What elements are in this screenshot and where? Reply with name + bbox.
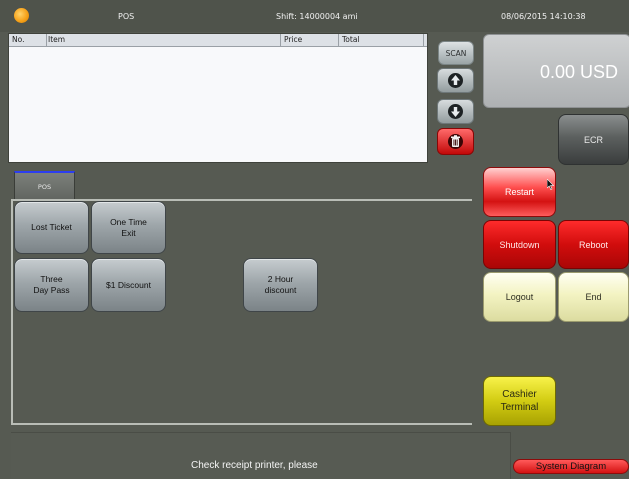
- three-day-pass-line-2: Day Pass: [33, 285, 70, 295]
- end-button[interactable]: End: [558, 272, 629, 322]
- shutdown-button[interactable]: Shutdown: [483, 220, 556, 269]
- three-day-pass-line-1: Three: [40, 274, 63, 284]
- one-time-exit-label: One Time Exit: [110, 217, 147, 239]
- trash-icon: [448, 134, 463, 149]
- cashier-terminal-label: Cashier Terminal: [501, 388, 539, 414]
- lost-ticket-button[interactable]: Lost Ticket: [14, 201, 89, 254]
- sun-logo-icon: [14, 8, 29, 23]
- column-divider: [46, 34, 47, 46]
- two-hour-discount-line-2: discount: [264, 285, 297, 295]
- cashier-line-1: Cashier: [502, 389, 537, 400]
- column-header-price: Price: [284, 35, 303, 44]
- order-table[interactable]: No. Item Price Total: [8, 33, 428, 163]
- total-display: 0.00 USD: [483, 34, 629, 108]
- system-diagram-button[interactable]: System Diagram: [513, 459, 629, 474]
- cashier-terminal-button[interactable]: Cashier Terminal: [483, 376, 556, 426]
- column-divider: [423, 34, 424, 46]
- scroll-down-button[interactable]: [437, 99, 474, 124]
- datetime: 08/06/2015 14:10:38: [501, 12, 586, 21]
- one-time-exit-line-2: Exit: [121, 227, 136, 238]
- three-day-pass-button[interactable]: Three Day Pass: [14, 258, 89, 312]
- arrow-down-icon: [448, 104, 463, 119]
- column-divider: [280, 34, 281, 46]
- one-time-exit-line-1: One Time: [110, 216, 147, 227]
- mouse-cursor-icon: [547, 179, 554, 190]
- arrow-up-icon: [448, 73, 463, 88]
- delete-item-button[interactable]: [437, 128, 474, 155]
- two-hour-discount-button[interactable]: 2 Hour discount: [243, 258, 318, 312]
- two-hour-discount-line-1: 2 Hour: [267, 274, 294, 284]
- total-amount: 0.00 USD: [539, 62, 618, 82]
- two-hour-discount-label: 2 Hour discount: [265, 274, 297, 296]
- column-header-item: Item: [48, 35, 66, 44]
- app-title: POS: [118, 12, 135, 21]
- scan-button[interactable]: SCAN: [438, 41, 474, 65]
- cashier-line-2: Terminal: [500, 402, 539, 413]
- tab-pos[interactable]: POS: [14, 171, 75, 200]
- three-day-pass-label: Three Day Pass: [33, 274, 69, 296]
- ecr-button[interactable]: ECR: [558, 114, 629, 165]
- column-divider: [338, 34, 339, 46]
- status-bar: [11, 432, 511, 479]
- restart-button[interactable]: Restart: [483, 167, 556, 217]
- column-header-no: No.: [12, 35, 25, 44]
- one-time-exit-button[interactable]: One Time Exit: [91, 201, 166, 254]
- one-dollar-discount-button[interactable]: $1 Discount: [91, 258, 166, 312]
- order-table-header: No. Item Price Total: [9, 34, 427, 47]
- scroll-up-button[interactable]: [437, 68, 474, 93]
- reboot-button[interactable]: Reboot: [558, 220, 629, 269]
- logout-button[interactable]: Logout: [483, 272, 556, 322]
- status-message: Check receipt printer, please: [191, 460, 318, 471]
- shift-info: Shift: 14000004 ami: [276, 12, 358, 21]
- column-header-total: Total: [342, 35, 360, 44]
